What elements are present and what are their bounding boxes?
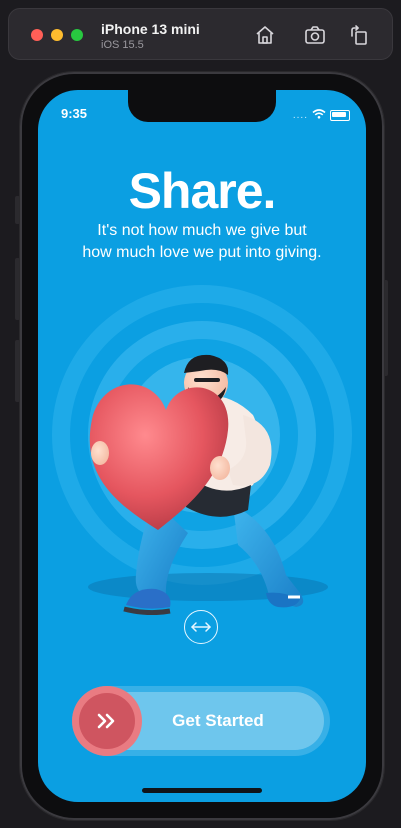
slider-knob[interactable]	[79, 693, 135, 749]
simulator-toolbar: iPhone 13 mini iOS 15.5	[8, 8, 393, 60]
get-started-label: Get Started	[172, 711, 264, 730]
horizontal-arrows-icon[interactable]	[184, 610, 218, 644]
subtitle-line-2: how much love we put into giving.	[82, 244, 322, 261]
os-version: iOS 15.5	[101, 39, 144, 51]
status-indicators: ....	[293, 106, 350, 124]
man-running-with-heart-illustration	[52, 285, 352, 615]
app-screen: 9:35 .... Share. It's not how much we gi…	[38, 90, 366, 802]
page-title: Share.	[128, 163, 277, 219]
notch	[128, 90, 276, 122]
device-name: iPhone 13 mini	[101, 21, 200, 37]
screenshot-icon[interactable]	[303, 23, 327, 47]
home-icon[interactable]	[253, 23, 277, 47]
rotate-icon[interactable]	[347, 23, 371, 47]
double-chevron-right-icon	[97, 713, 115, 729]
home-indicator[interactable]	[142, 788, 262, 793]
status-time: 9:35	[61, 106, 88, 121]
battery-icon	[330, 109, 350, 121]
subtitle: It's not how much we give but how much l…	[38, 220, 366, 264]
wifi-icon	[312, 106, 326, 124]
minimize-window-button[interactable]	[51, 29, 63, 41]
close-window-button[interactable]	[31, 29, 43, 41]
zoom-window-button[interactable]	[71, 29, 83, 41]
subtitle-line-1: It's not how much we give but	[97, 222, 307, 239]
signal-dots: ....	[292, 109, 308, 121]
